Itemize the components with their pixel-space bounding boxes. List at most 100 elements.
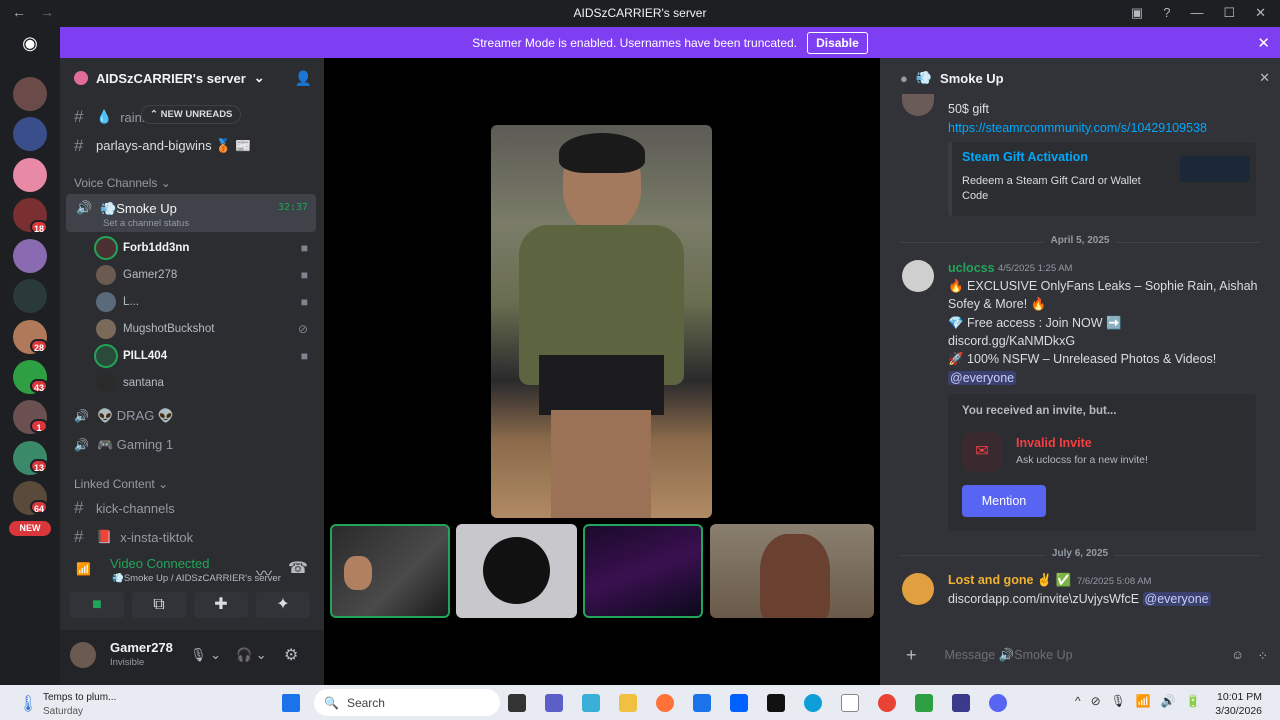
document-icon[interactable] — [841, 694, 859, 712]
invite-embed: You received an invite, but... ✉ Invalid… — [948, 394, 1256, 531]
mail-icon[interactable] — [693, 694, 711, 712]
close-window-icon[interactable]: ✕ — [1255, 5, 1266, 21]
gear-icon[interactable]: ⚙ — [284, 645, 298, 665]
discord-taskbar-icon[interactable] — [989, 694, 1007, 712]
headphones-icon[interactable]: 🎧 ⌄ — [236, 647, 267, 663]
tile-person — [760, 534, 830, 618]
channel-kick[interactable]: # kick-channels — [74, 498, 175, 518]
window-title: AIDSzCARRIER's server — [573, 6, 707, 20]
link-embed: Steam Gift Activation Redeem a Steam Gif… — [948, 142, 1256, 216]
add-friend-icon[interactable]: 👤 — [295, 70, 312, 87]
camera-icon: ■ — [300, 295, 308, 309]
new-pill[interactable]: NEW — [9, 521, 51, 536]
invite-header: You received an invite, but... — [962, 405, 1117, 417]
search-box[interactable]: 🔍 Search — [314, 689, 500, 716]
category-linked[interactable]: Linked Content ⌄ — [74, 477, 168, 491]
server-icon[interactable] — [13, 239, 47, 273]
start-icon[interactable] — [282, 694, 300, 712]
voice-user[interactable]: Forb1dd3nn — [96, 238, 189, 258]
chrome-icon[interactable] — [878, 694, 896, 712]
clock-time[interactable]: 10:01 PM — [1217, 691, 1262, 703]
edge-icon[interactable] — [804, 694, 822, 712]
avatar — [96, 238, 116, 258]
new-unreads-label: NEW UNREADS — [160, 109, 233, 120]
voice-user[interactable]: L... — [96, 292, 139, 312]
disconnect-icon[interactable]: ☎ — [288, 558, 308, 578]
video-tile[interactable] — [330, 524, 450, 618]
channel-status-placeholder[interactable]: Set a channel status — [103, 218, 189, 229]
message-link[interactable]: https://steamrconmmunity.com/s/104291095… — [948, 119, 1207, 137]
maximize-icon[interactable]: ☐ — [1223, 5, 1235, 21]
clock-date[interactable]: 3/30/2026 — [1215, 705, 1262, 717]
person-shorts — [539, 355, 664, 415]
disable-button[interactable]: Disable — [807, 31, 868, 54]
screen-share-button[interactable]: ⧉ — [132, 592, 186, 618]
message-timestamp: 7/6/2025 5:08 AM — [1077, 576, 1152, 587]
close-chat-icon[interactable]: ✕ — [1259, 70, 1270, 86]
video-tile[interactable] — [710, 524, 874, 618]
message-author[interactable]: Lost and gone ✌️ ✅ — [948, 573, 1072, 588]
emoji-icon[interactable]: ☺ — [1231, 648, 1244, 662]
channel-rainb[interactable]: # 💧 rainb — [74, 107, 149, 127]
microphone-icon[interactable]: 🎙 ⌄ — [190, 647, 221, 663]
app-icon[interactable] — [915, 694, 933, 712]
dropbox-icon[interactable] — [730, 694, 748, 712]
task-view-icon[interactable] — [508, 694, 526, 712]
weather-text[interactable]: Temps to plum... — [43, 692, 116, 703]
embed-title[interactable]: Steam Gift Activation — [962, 150, 1088, 164]
teams-icon[interactable] — [545, 694, 563, 712]
everyone-mention[interactable]: @everyone — [1142, 592, 1211, 606]
voice-user[interactable]: MugshotBuckshot — [96, 319, 214, 339]
server-list: ◉ 18 28 43 1 13 64 NEW — [0, 27, 60, 685]
inbox-icon[interactable]: ▣ — [1131, 5, 1143, 21]
voice-channel-smoke-up[interactable]: 🔊 💨Smoke Up 32:37 Set a channel status — [66, 194, 316, 232]
avatar[interactable] — [70, 642, 96, 668]
everyone-mention[interactable]: @everyone — [948, 369, 1017, 387]
app-icon[interactable] — [952, 694, 970, 712]
camera-button[interactable]: ■ — [70, 592, 124, 618]
username[interactable]: Gamer278 — [110, 640, 173, 655]
muted-icon: ⊘ — [297, 322, 308, 336]
voice-text-chat: ● 💨 Smoke Up ✕ 50$ gift https://steamrco… — [880, 58, 1280, 685]
channel-parlays[interactable]: # parlays-and-bigwins 🥉 📰 — [74, 136, 251, 156]
apps-icon[interactable]: ⁘ — [1258, 648, 1268, 663]
server-icon[interactable] — [13, 77, 47, 111]
message-text: discord.gg/KaNMDkxG — [948, 334, 1076, 348]
noise-suppression-icon[interactable]: 〰 — [256, 560, 272, 584]
server-header[interactable]: AIDSzCARRIER's server ⌄ — [74, 70, 265, 86]
avatar[interactable] — [902, 94, 934, 116]
soundboard-button[interactable]: ✦ — [256, 592, 310, 618]
new-unreads-pill[interactable]: ⌃ NEW UNREADS — [142, 106, 241, 123]
minimize-icon[interactable]: — — [1190, 5, 1203, 21]
channel-x-insta[interactable]: # 📕 x-insta-tiktok — [74, 527, 193, 547]
file-explorer-icon[interactable] — [619, 694, 637, 712]
discord-home-icon[interactable]: ◉ — [13, 33, 47, 59]
voice-user[interactable]: PILL404 — [96, 346, 167, 366]
avatar[interactable] — [902, 260, 934, 292]
copilot-icon[interactable] — [582, 694, 600, 712]
voice-channel-gaming[interactable]: 🔊 🎮 Gaming 1 — [74, 437, 173, 453]
rtc-status[interactable]: Video Connected — [110, 556, 210, 571]
video-tile[interactable] — [583, 524, 703, 618]
server-icon[interactable] — [13, 117, 47, 151]
voice-user[interactable]: Gamer278 — [96, 265, 177, 285]
message-composer[interactable]: + Message 🔊Smoke Up ☺ ⁘ — [896, 638, 1270, 672]
tray-icons[interactable]: ^⊘🎙📶🔊🔋 — [1075, 694, 1211, 708]
close-banner-icon[interactable]: ✕ — [1257, 34, 1270, 52]
voice-user[interactable]: santana — [96, 373, 164, 393]
message-author[interactable]: uclocss — [948, 261, 995, 275]
server-icon[interactable] — [13, 279, 47, 313]
category-voice[interactable]: Voice Channels ⌄ — [74, 176, 171, 190]
voice-channel-drag[interactable]: 🔊 👽 DRAG 👽 — [74, 408, 174, 424]
activities-button[interactable]: ✚ — [194, 592, 248, 618]
mention-button[interactable]: Mention — [962, 485, 1046, 517]
server-icon[interactable] — [13, 158, 47, 192]
video-tile[interactable] — [456, 524, 577, 618]
plus-icon[interactable]: + — [906, 645, 917, 666]
notion-icon[interactable] — [767, 694, 785, 712]
help-icon[interactable]: ? — [1163, 5, 1170, 21]
message-input[interactable]: Message 🔊Smoke Up — [945, 648, 1073, 663]
main-video-tile[interactable] — [491, 125, 712, 518]
firefox-icon[interactable] — [656, 694, 674, 712]
avatar[interactable] — [902, 573, 934, 605]
